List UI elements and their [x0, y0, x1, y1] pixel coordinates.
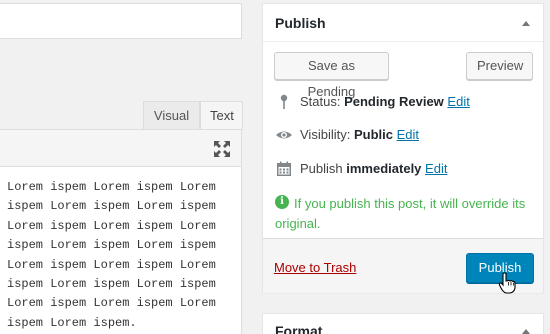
editor-content: Lorem ispem Lorem ispem Lorem ispem Lore…	[7, 180, 216, 330]
visibility-value: Public	[353, 127, 393, 142]
schedule-value: immediately	[346, 161, 422, 176]
schedule-label: Publish	[300, 161, 343, 176]
publish-box: Publish Save as Pending Preview Status: …	[262, 3, 544, 294]
notice-text: If you publish this post, it will overri…	[275, 196, 526, 231]
preview-button[interactable]: Preview	[466, 52, 533, 80]
pin-icon	[280, 94, 288, 109]
format-box: Format	[262, 313, 544, 334]
visibility-label: Visibility:	[300, 127, 351, 142]
status-label: Status:	[300, 94, 341, 109]
status-edit-link[interactable]: Edit	[447, 94, 469, 109]
fullscreen-icon[interactable]	[212, 139, 232, 159]
major-publishing-actions: Move to Trash Publish	[263, 238, 543, 294]
save-as-pending-button[interactable]: Save as Pending	[274, 52, 389, 99]
publish-box-header[interactable]: Publish	[263, 4, 543, 42]
visibility-edit-link[interactable]: Edit	[397, 127, 419, 142]
format-box-title: Format	[275, 323, 323, 334]
tab-visual[interactable]: Visual	[143, 101, 200, 130]
move-to-trash-link[interactable]: Move to Trash	[274, 260, 356, 275]
editor-textarea[interactable]: Lorem ispem Lorem ispem Lorem ispem Lore…	[0, 166, 242, 334]
calendar-icon	[277, 161, 291, 176]
publish-box-title: Publish	[275, 15, 326, 31]
tab-text[interactable]: Text	[200, 101, 243, 130]
collapse-arrow-icon[interactable]	[522, 329, 530, 334]
collapse-arrow-icon[interactable]	[522, 21, 530, 26]
eye-icon	[276, 131, 292, 139]
status-value: Pending Review	[344, 94, 444, 109]
post-title-input[interactable]	[0, 3, 242, 39]
editor-toolbar	[0, 129, 242, 167]
info-icon: i	[275, 195, 289, 209]
hand-cursor-icon	[498, 272, 516, 294]
schedule-edit-link[interactable]: Edit	[425, 161, 447, 176]
